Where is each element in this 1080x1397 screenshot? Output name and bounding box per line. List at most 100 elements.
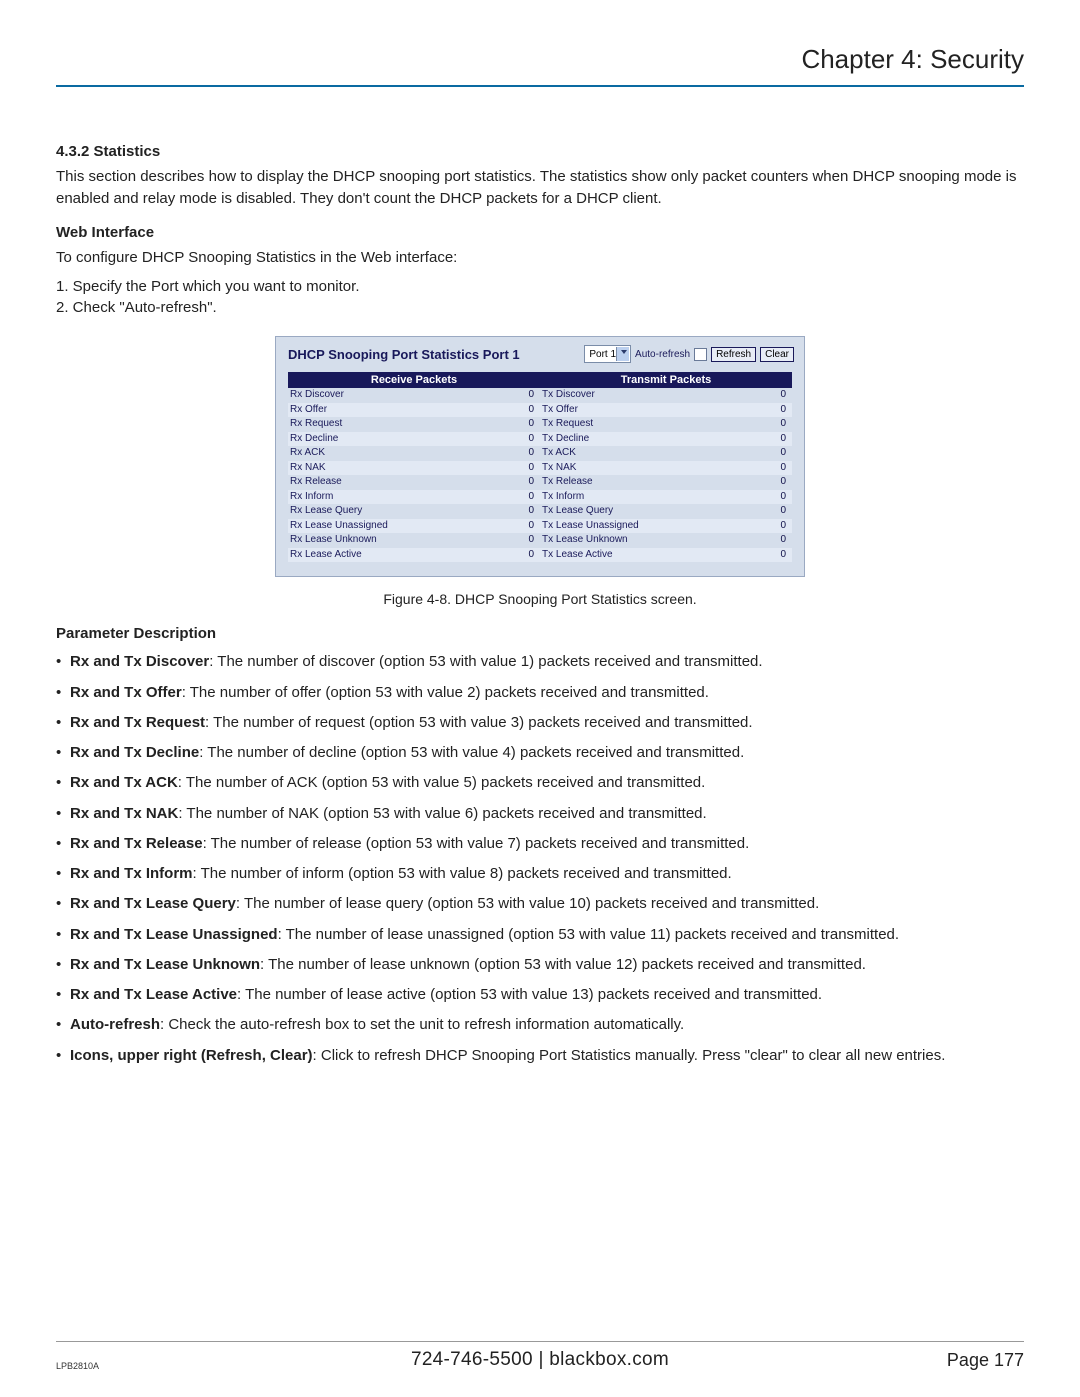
stat-row: Rx Lease Unassigned 0 xyxy=(288,519,540,534)
col-transmit: Transmit Packets xyxy=(540,372,792,388)
stat-value: 0 xyxy=(780,520,786,533)
figure-caption: Figure 4-8. DHCP Snooping Port Statistic… xyxy=(56,591,1024,607)
stat-label: Rx Lease Unassigned xyxy=(290,520,388,533)
stat-value: 0 xyxy=(780,476,786,489)
stat-row: Rx Discover 0 xyxy=(288,388,540,403)
param-desc: : The number of lease unassigned (option… xyxy=(278,926,899,943)
web-interface-intro: To configure DHCP Snooping Statistics in… xyxy=(56,247,1024,269)
section-intro: This section describes how to display th… xyxy=(56,166,1024,210)
stat-value: 0 xyxy=(780,447,786,460)
parameter-item: Rx and Tx ACK: The number of ACK (option… xyxy=(56,773,1024,793)
autorefresh-checkbox[interactable] xyxy=(694,348,707,361)
parameter-item: Rx and Tx Lease Active: The number of le… xyxy=(56,985,1024,1005)
stat-value: 0 xyxy=(528,505,534,518)
stat-label: Tx Lease Unknown xyxy=(542,534,628,547)
chevron-down-icon xyxy=(621,350,627,354)
stat-value: 0 xyxy=(528,404,534,417)
stat-label: Rx Decline xyxy=(290,433,338,446)
page-footer: LPB2810A 724-746-5500 | blackbox.com Pag… xyxy=(56,1341,1024,1371)
port-select[interactable]: Port 1 xyxy=(584,345,631,363)
stat-label: Rx Inform xyxy=(290,491,333,504)
stat-value: 0 xyxy=(528,447,534,460)
stat-row: Rx Release0 xyxy=(288,475,540,490)
stat-row: Tx Lease Active0 xyxy=(540,548,792,563)
param-term: Auto-refresh xyxy=(70,1016,160,1033)
param-term: Rx and Tx Request xyxy=(70,714,205,731)
section-heading: 4.3.2 Statistics xyxy=(56,143,1024,160)
param-desc: : Check the auto-refresh box to set the … xyxy=(160,1016,684,1033)
stat-value: 0 xyxy=(528,462,534,475)
stat-value: 0 xyxy=(528,520,534,533)
stats-table: Rx Discover0Rx Offer0Rx Request0Rx Decli… xyxy=(288,388,792,562)
param-term: Icons, upper right (Refresh, Clear) xyxy=(70,1047,313,1064)
stat-label: Rx NAK xyxy=(290,462,326,475)
param-desc: : The number of ACK (option 53 with valu… xyxy=(178,774,706,791)
stat-row: Rx Request0 xyxy=(288,417,540,432)
parameter-item: Rx and Tx Lease Query: The number of lea… xyxy=(56,894,1024,914)
param-desc: : The number of request (option 53 with … xyxy=(205,714,753,731)
param-term: Rx and Tx Lease Unknown xyxy=(70,956,260,973)
stat-value: 0 xyxy=(528,549,534,562)
stat-row: Tx ACK 0 xyxy=(540,446,792,461)
stat-row: Rx ACK0 xyxy=(288,446,540,461)
parameter-item: Rx and Tx Lease Unassigned: The number o… xyxy=(56,925,1024,945)
stat-row: Tx Inform0 xyxy=(540,490,792,505)
stat-label: Tx Offer xyxy=(542,404,578,417)
stat-row: Tx Release0 xyxy=(540,475,792,490)
stat-row: Tx Discover0 xyxy=(540,388,792,403)
parameter-item: Rx and Tx Inform: The number of inform (… xyxy=(56,864,1024,884)
stat-label: Tx ACK xyxy=(542,447,576,460)
parameter-heading: Parameter Description xyxy=(56,625,1024,642)
stat-value: 0 xyxy=(528,433,534,446)
stat-label: Rx Lease Unknown xyxy=(290,534,377,547)
param-desc: : The number of lease active (option 53 … xyxy=(237,986,822,1003)
parameter-item: Rx and Tx Discover: The number of discov… xyxy=(56,652,1024,672)
param-term: Rx and Tx Discover xyxy=(70,653,209,670)
param-term: Rx and Tx Lease Query xyxy=(70,895,236,912)
stat-row: Rx Lease Active 0 xyxy=(288,548,540,563)
page-header: Chapter 4: Security xyxy=(56,40,1024,87)
stat-value: 0 xyxy=(780,505,786,518)
stat-row: Rx Inform 0 xyxy=(288,490,540,505)
stat-value: 0 xyxy=(780,534,786,547)
autorefresh-label: Auto-refresh xyxy=(635,349,690,360)
param-term: Rx and Tx NAK xyxy=(70,805,178,822)
stat-value: 0 xyxy=(528,491,534,504)
chapter-title: Chapter 4: Security xyxy=(801,44,1024,74)
stat-label: Tx Decline xyxy=(542,433,589,446)
stat-value: 0 xyxy=(780,404,786,417)
param-desc: : The number of inform (option 53 with v… xyxy=(193,865,732,882)
footer-center: 724-746-5500 | blackbox.com xyxy=(56,1349,1024,1371)
parameter-list: Rx and Tx Discover: The number of discov… xyxy=(56,652,1024,1066)
parameter-item: Icons, upper right (Refresh, Clear): Cli… xyxy=(56,1046,1024,1066)
clear-button[interactable]: Clear xyxy=(760,347,794,362)
stat-row: Tx Request0 xyxy=(540,417,792,432)
param-term: Rx and Tx Lease Unassigned xyxy=(70,926,278,943)
stat-value: 0 xyxy=(528,534,534,547)
stat-label: Rx Request xyxy=(290,418,342,431)
rx-column: Rx Discover0Rx Offer0Rx Request0Rx Decli… xyxy=(288,388,540,562)
stat-label: Tx Discover xyxy=(542,389,595,402)
figure-screenshot: DHCP Snooping Port Statistics Port 1 Por… xyxy=(275,336,805,577)
param-desc: : The number of decline (option 53 with … xyxy=(199,744,744,761)
refresh-button[interactable]: Refresh xyxy=(711,347,756,362)
stat-row: Tx Lease Unknown 0 xyxy=(540,533,792,548)
param-term: Rx and Tx Inform xyxy=(70,865,193,882)
stat-value: 0 xyxy=(780,418,786,431)
param-desc: : Click to refresh DHCP Snooping Port St… xyxy=(313,1047,946,1064)
content-area: 4.3.2 Statistics This section describes … xyxy=(56,87,1024,1066)
param-desc: : The number of release (option 53 with … xyxy=(203,835,750,852)
parameter-item: Rx and Tx Decline: The number of decline… xyxy=(56,743,1024,763)
stat-label: Rx Release xyxy=(290,476,342,489)
stat-value: 0 xyxy=(780,462,786,475)
port-select-value: Port 1 xyxy=(589,349,616,360)
panel-controls: Port 1 Auto-refresh Refresh Clear xyxy=(584,345,794,363)
stat-row: Tx Offer 0 xyxy=(540,403,792,418)
stat-value: 0 xyxy=(528,389,534,402)
parameter-item: Rx and Tx Request: The number of request… xyxy=(56,713,1024,733)
stat-label: Rx Discover xyxy=(290,389,344,402)
param-term: Rx and Tx Offer xyxy=(70,684,182,701)
stat-value: 0 xyxy=(780,433,786,446)
stat-label: Rx Lease Active xyxy=(290,549,362,562)
parameter-item: Rx and Tx Release: The number of release… xyxy=(56,834,1024,854)
